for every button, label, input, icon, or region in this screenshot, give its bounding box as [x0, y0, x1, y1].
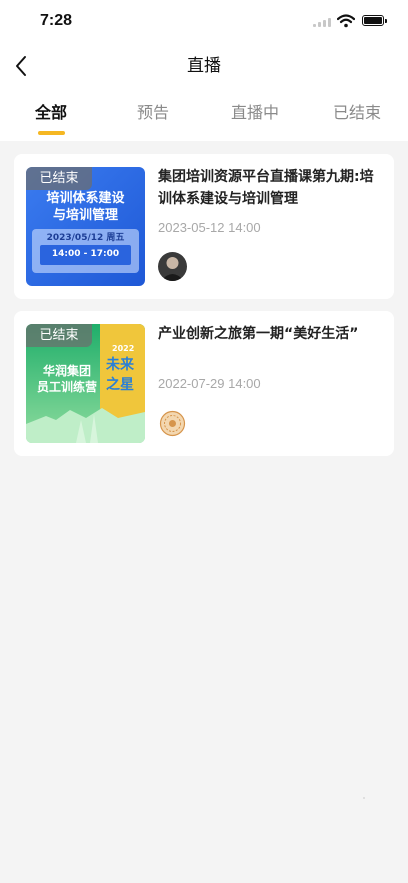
- thumb-time: 14:00 - 17:00: [51, 249, 120, 259]
- thumbnail: 华润集团 员工训练营 2022 未来 之星 已结束: [26, 324, 145, 443]
- wifi-icon: [337, 14, 355, 28]
- avatar: [158, 252, 187, 281]
- thumb-line2: 员工训练营: [36, 380, 97, 394]
- status-badge: 已结束: [26, 167, 92, 190]
- tab-ended[interactable]: 已结束: [306, 100, 408, 126]
- thumb-line1: 华润集团: [42, 364, 91, 378]
- home-indicator-dot: [363, 797, 365, 799]
- avatar: [158, 409, 187, 438]
- thumb-side2: 之星: [106, 377, 134, 393]
- live-card[interactable]: 华润集团 员工训练营 2022 未来 之星 已结束 产业创新之旅第一期“美好生活…: [14, 311, 394, 456]
- thumbnail: 培训体系建设 与培训管理 2023/05/12 周五 14:00 - 17:00…: [26, 167, 145, 286]
- active-tab-indicator: [38, 131, 65, 135]
- thumb-line2: 与培训管理: [52, 208, 118, 223]
- status-time: 7:28: [40, 12, 73, 29]
- tab-upcoming[interactable]: 预告: [102, 100, 204, 126]
- tab-all[interactable]: 全部: [0, 100, 102, 126]
- battery-icon: [362, 15, 387, 26]
- live-card[interactable]: 培训体系建设 与培训管理 2023/05/12 周五 14:00 - 17:00…: [14, 154, 394, 299]
- card-date: 2023-05-12 14:00: [158, 220, 261, 235]
- cellular-signal-icon: [313, 18, 331, 27]
- thumb-side1: 未来: [106, 357, 134, 373]
- card-title: 产业创新之旅第一期“美好生活”: [158, 326, 359, 342]
- tab-live[interactable]: 直播中: [204, 100, 306, 126]
- card-date: 2022-07-29 14:00: [158, 376, 261, 391]
- status-badge: 已结束: [26, 324, 92, 347]
- thumb-tag: 2022: [112, 344, 135, 353]
- card-title: 集团培训资源平台直播课第九期:培训体系建设与培训管理: [158, 169, 374, 207]
- page-title: 直播: [187, 56, 221, 76]
- status-bar: 7:28: [0, 0, 408, 44]
- thumb-date: 2023/05/12 周五: [46, 233, 125, 243]
